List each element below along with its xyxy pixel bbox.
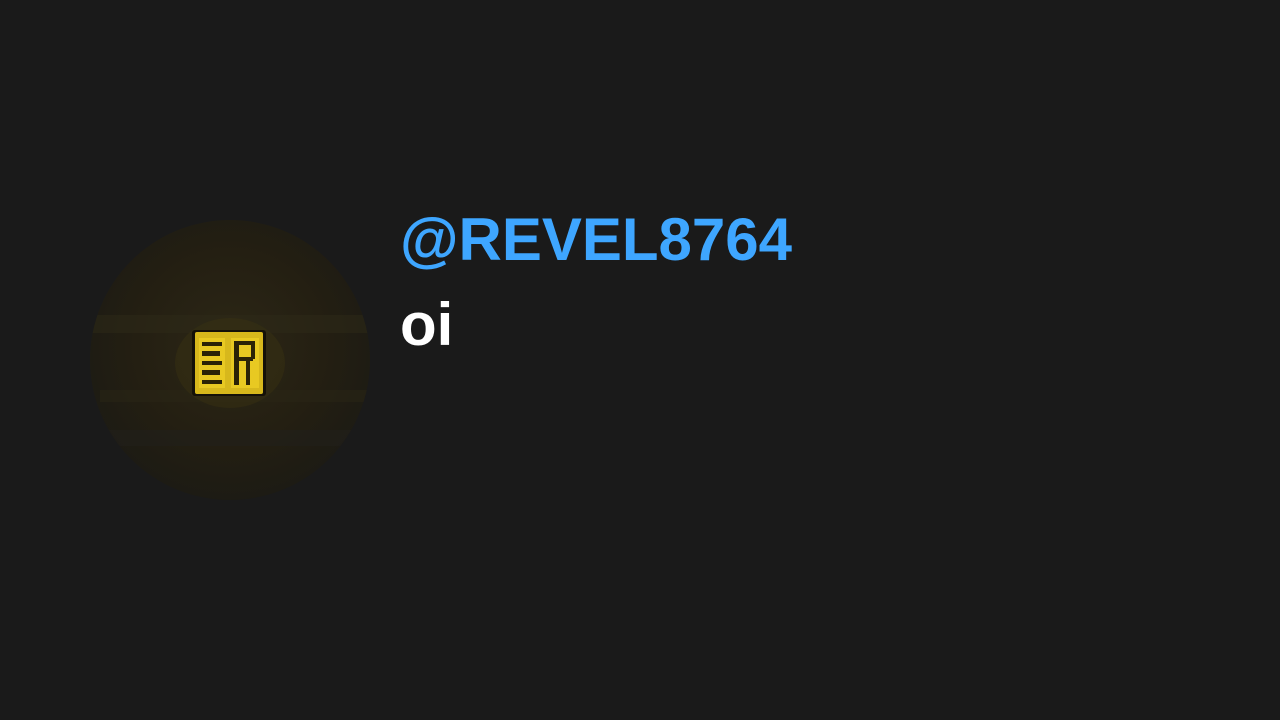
comment-body: @REVEL8764 oi xyxy=(400,200,1260,370)
br-logo-avatar-icon xyxy=(90,315,370,446)
comment-text: oi xyxy=(400,291,454,358)
avatar[interactable] xyxy=(90,220,370,500)
comment-username[interactable]: @REVEL8764 xyxy=(400,200,1260,280)
comment-card: @REVEL8764 oi xyxy=(0,0,1280,720)
